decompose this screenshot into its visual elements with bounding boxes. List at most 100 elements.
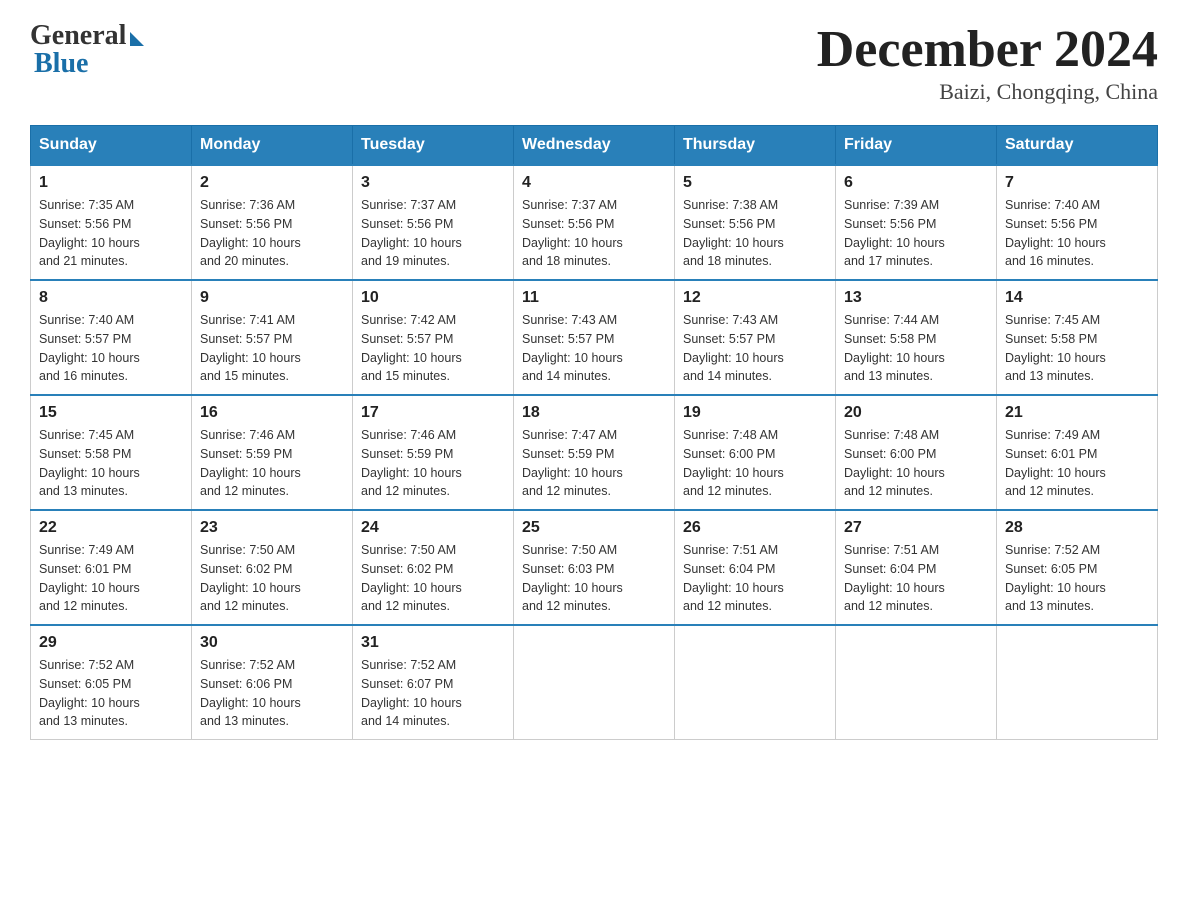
day-number: 29 — [39, 634, 183, 652]
calendar-cell: 7 Sunrise: 7:40 AM Sunset: 5:56 PM Dayli… — [997, 165, 1158, 280]
day-info: Sunrise: 7:51 AM Sunset: 6:04 PM Dayligh… — [683, 541, 827, 616]
day-info: Sunrise: 7:46 AM Sunset: 5:59 PM Dayligh… — [200, 426, 344, 501]
day-info: Sunrise: 7:50 AM Sunset: 6:03 PM Dayligh… — [522, 541, 666, 616]
calendar-cell: 17 Sunrise: 7:46 AM Sunset: 5:59 PM Dayl… — [353, 395, 514, 510]
day-info: Sunrise: 7:38 AM Sunset: 5:56 PM Dayligh… — [683, 196, 827, 271]
day-number: 8 — [39, 289, 183, 307]
day-info: Sunrise: 7:37 AM Sunset: 5:56 PM Dayligh… — [522, 196, 666, 271]
title-section: December 2024 Baizi, Chongqing, China — [817, 20, 1158, 105]
calendar-cell: 25 Sunrise: 7:50 AM Sunset: 6:03 PM Dayl… — [514, 510, 675, 625]
day-number: 31 — [361, 634, 505, 652]
day-number: 13 — [844, 289, 988, 307]
logo-arrow-icon — [130, 32, 144, 46]
day-info: Sunrise: 7:46 AM Sunset: 5:59 PM Dayligh… — [361, 426, 505, 501]
calendar-cell: 23 Sunrise: 7:50 AM Sunset: 6:02 PM Dayl… — [192, 510, 353, 625]
day-info: Sunrise: 7:35 AM Sunset: 5:56 PM Dayligh… — [39, 196, 183, 271]
calendar-cell: 26 Sunrise: 7:51 AM Sunset: 6:04 PM Dayl… — [675, 510, 836, 625]
header-sunday: Sunday — [31, 126, 192, 166]
day-info: Sunrise: 7:43 AM Sunset: 5:57 PM Dayligh… — [683, 311, 827, 386]
day-number: 28 — [1005, 519, 1149, 537]
day-number: 6 — [844, 174, 988, 192]
day-info: Sunrise: 7:45 AM Sunset: 5:58 PM Dayligh… — [39, 426, 183, 501]
calendar-cell: 29 Sunrise: 7:52 AM Sunset: 6:05 PM Dayl… — [31, 625, 192, 740]
day-number: 21 — [1005, 404, 1149, 422]
calendar-cell: 8 Sunrise: 7:40 AM Sunset: 5:57 PM Dayli… — [31, 280, 192, 395]
page-header: General Blue December 2024 Baizi, Chongq… — [30, 20, 1158, 105]
day-number: 3 — [361, 174, 505, 192]
calendar-week-1: 1 Sunrise: 7:35 AM Sunset: 5:56 PM Dayli… — [31, 165, 1158, 280]
day-info: Sunrise: 7:36 AM Sunset: 5:56 PM Dayligh… — [200, 196, 344, 271]
header-thursday: Thursday — [675, 126, 836, 166]
day-info: Sunrise: 7:52 AM Sunset: 6:07 PM Dayligh… — [361, 656, 505, 731]
day-info: Sunrise: 7:44 AM Sunset: 5:58 PM Dayligh… — [844, 311, 988, 386]
calendar-cell: 28 Sunrise: 7:52 AM Sunset: 6:05 PM Dayl… — [997, 510, 1158, 625]
day-number: 18 — [522, 404, 666, 422]
calendar-cell: 10 Sunrise: 7:42 AM Sunset: 5:57 PM Dayl… — [353, 280, 514, 395]
location: Baizi, Chongqing, China — [817, 79, 1158, 105]
day-number: 5 — [683, 174, 827, 192]
day-number: 7 — [1005, 174, 1149, 192]
day-number: 10 — [361, 289, 505, 307]
day-number: 23 — [200, 519, 344, 537]
day-info: Sunrise: 7:40 AM Sunset: 5:57 PM Dayligh… — [39, 311, 183, 386]
calendar-cell: 18 Sunrise: 7:47 AM Sunset: 5:59 PM Dayl… — [514, 395, 675, 510]
header-friday: Friday — [836, 126, 997, 166]
calendar-cell: 14 Sunrise: 7:45 AM Sunset: 5:58 PM Dayl… — [997, 280, 1158, 395]
day-number: 20 — [844, 404, 988, 422]
header-monday: Monday — [192, 126, 353, 166]
day-number: 12 — [683, 289, 827, 307]
day-info: Sunrise: 7:45 AM Sunset: 5:58 PM Dayligh… — [1005, 311, 1149, 386]
calendar-header-row: Sunday Monday Tuesday Wednesday Thursday… — [31, 126, 1158, 166]
calendar-week-2: 8 Sunrise: 7:40 AM Sunset: 5:57 PM Dayli… — [31, 280, 1158, 395]
header-saturday: Saturday — [997, 126, 1158, 166]
day-info: Sunrise: 7:52 AM Sunset: 6:05 PM Dayligh… — [1005, 541, 1149, 616]
calendar-cell: 24 Sunrise: 7:50 AM Sunset: 6:02 PM Dayl… — [353, 510, 514, 625]
calendar-cell: 21 Sunrise: 7:49 AM Sunset: 6:01 PM Dayl… — [997, 395, 1158, 510]
calendar-cell: 20 Sunrise: 7:48 AM Sunset: 6:00 PM Dayl… — [836, 395, 997, 510]
day-info: Sunrise: 7:49 AM Sunset: 6:01 PM Dayligh… — [1005, 426, 1149, 501]
calendar-table: Sunday Monday Tuesday Wednesday Thursday… — [30, 125, 1158, 740]
calendar-cell: 12 Sunrise: 7:43 AM Sunset: 5:57 PM Dayl… — [675, 280, 836, 395]
day-number: 22 — [39, 519, 183, 537]
calendar-week-5: 29 Sunrise: 7:52 AM Sunset: 6:05 PM Dayl… — [31, 625, 1158, 740]
calendar-week-3: 15 Sunrise: 7:45 AM Sunset: 5:58 PM Dayl… — [31, 395, 1158, 510]
calendar-cell: 15 Sunrise: 7:45 AM Sunset: 5:58 PM Dayl… — [31, 395, 192, 510]
logo: General Blue — [30, 20, 144, 80]
calendar-cell: 19 Sunrise: 7:48 AM Sunset: 6:00 PM Dayl… — [675, 395, 836, 510]
day-info: Sunrise: 7:52 AM Sunset: 6:05 PM Dayligh… — [39, 656, 183, 731]
header-wednesday: Wednesday — [514, 126, 675, 166]
calendar-cell: 11 Sunrise: 7:43 AM Sunset: 5:57 PM Dayl… — [514, 280, 675, 395]
calendar-cell: 1 Sunrise: 7:35 AM Sunset: 5:56 PM Dayli… — [31, 165, 192, 280]
day-number: 27 — [844, 519, 988, 537]
calendar-cell: 9 Sunrise: 7:41 AM Sunset: 5:57 PM Dayli… — [192, 280, 353, 395]
calendar-cell: 27 Sunrise: 7:51 AM Sunset: 6:04 PM Dayl… — [836, 510, 997, 625]
day-info: Sunrise: 7:42 AM Sunset: 5:57 PM Dayligh… — [361, 311, 505, 386]
day-number: 19 — [683, 404, 827, 422]
day-number: 2 — [200, 174, 344, 192]
calendar-cell: 3 Sunrise: 7:37 AM Sunset: 5:56 PM Dayli… — [353, 165, 514, 280]
calendar-cell — [836, 625, 997, 740]
month-title: December 2024 — [817, 20, 1158, 79]
calendar-cell: 6 Sunrise: 7:39 AM Sunset: 5:56 PM Dayli… — [836, 165, 997, 280]
day-info: Sunrise: 7:51 AM Sunset: 6:04 PM Dayligh… — [844, 541, 988, 616]
calendar-cell — [514, 625, 675, 740]
day-number: 14 — [1005, 289, 1149, 307]
day-number: 9 — [200, 289, 344, 307]
header-tuesday: Tuesday — [353, 126, 514, 166]
calendar-cell: 31 Sunrise: 7:52 AM Sunset: 6:07 PM Dayl… — [353, 625, 514, 740]
day-info: Sunrise: 7:47 AM Sunset: 5:59 PM Dayligh… — [522, 426, 666, 501]
day-number: 17 — [361, 404, 505, 422]
day-number: 30 — [200, 634, 344, 652]
calendar-cell — [997, 625, 1158, 740]
calendar-cell: 30 Sunrise: 7:52 AM Sunset: 6:06 PM Dayl… — [192, 625, 353, 740]
day-info: Sunrise: 7:39 AM Sunset: 5:56 PM Dayligh… — [844, 196, 988, 271]
calendar-cell: 22 Sunrise: 7:49 AM Sunset: 6:01 PM Dayl… — [31, 510, 192, 625]
day-number: 26 — [683, 519, 827, 537]
day-number: 16 — [200, 404, 344, 422]
calendar-cell: 4 Sunrise: 7:37 AM Sunset: 5:56 PM Dayli… — [514, 165, 675, 280]
calendar-cell: 5 Sunrise: 7:38 AM Sunset: 5:56 PM Dayli… — [675, 165, 836, 280]
day-info: Sunrise: 7:52 AM Sunset: 6:06 PM Dayligh… — [200, 656, 344, 731]
day-info: Sunrise: 7:43 AM Sunset: 5:57 PM Dayligh… — [522, 311, 666, 386]
day-number: 25 — [522, 519, 666, 537]
day-info: Sunrise: 7:37 AM Sunset: 5:56 PM Dayligh… — [361, 196, 505, 271]
